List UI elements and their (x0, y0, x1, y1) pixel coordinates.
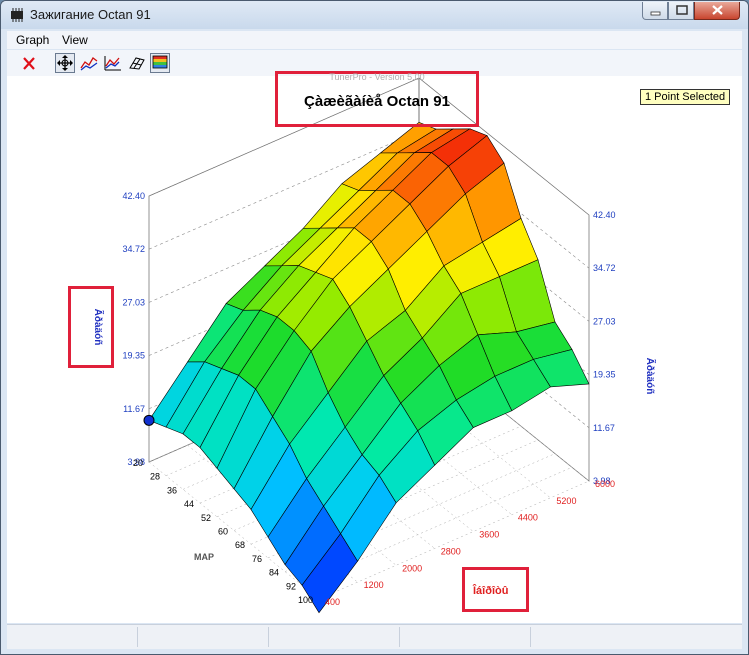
status-pane-2 (138, 627, 269, 647)
color-grid-icon (152, 55, 168, 69)
maximize-icon (676, 5, 688, 15)
rpm-label-highlight (462, 567, 529, 612)
z-tick-right: 11.67 (593, 423, 615, 433)
edit-point-button[interactable] (79, 53, 99, 73)
z-tick-left: 27.03 (122, 297, 145, 307)
close-graph-button[interactable] (19, 53, 39, 73)
map-tick: 84 (269, 568, 279, 578)
move-cross-icon (57, 55, 73, 71)
close-button[interactable] (694, 2, 740, 20)
selected-point-marker (143, 414, 155, 426)
map-tick: 100 (298, 595, 313, 605)
color-surface-button[interactable] (150, 53, 170, 73)
rpm-tick: 6000 (595, 479, 615, 489)
window-title: Зажигание Octan 91 (30, 7, 151, 22)
rpm-tick: 1200 (364, 580, 384, 590)
rpm-tick: 400 (325, 597, 340, 607)
map-tick: 20 (133, 458, 143, 468)
map-tick: 60 (218, 527, 228, 537)
status-bar (7, 624, 742, 649)
map-tick: 92 (286, 581, 296, 591)
status-pane-1 (7, 627, 138, 647)
map-tick: 44 (184, 499, 194, 509)
rpm-tick: 5200 (556, 496, 576, 506)
chart-title: Çàæèãàíèå Octan 91 (304, 93, 450, 110)
app-window: Зажигание Octan 91 Graph View 3.98 3.98 … (0, 0, 749, 655)
status-pane-4 (400, 627, 531, 647)
line-graph-icon (104, 56, 121, 71)
line-edit-button[interactable] (103, 53, 123, 73)
rpm-tick: 3600 (479, 530, 499, 540)
red-x-icon (23, 57, 35, 70)
rpm-tick: 4400 (518, 513, 538, 523)
z-tick-right: 42.40 (593, 210, 616, 220)
version-text: TunerPro - Version 5.00 (329, 72, 425, 82)
menu-bar: Graph View (7, 31, 742, 49)
curve-edit-icon (80, 57, 98, 71)
z-tick-right: 34.72 (593, 263, 616, 273)
menu-view[interactable]: View (62, 33, 88, 47)
map-tick: 36 (167, 485, 177, 495)
surface-chart[interactable]: 3.983.9811.6711.6719.3519.3527.0327.0334… (7, 76, 742, 623)
surface-icon (129, 57, 145, 70)
rotate-move-button[interactable] (55, 53, 75, 73)
map-tick: 28 (150, 472, 160, 482)
z-tick-left: 42.40 (122, 191, 145, 201)
z-tick-left: 11.67 (123, 404, 145, 414)
z-tick-left: 34.72 (122, 244, 145, 254)
minimize-icon (650, 11, 661, 16)
minimize-button[interactable] (642, 2, 668, 20)
close-icon (712, 5, 723, 15)
z-tick-right: 19.35 (593, 370, 616, 380)
z-tick-right: 27.03 (593, 316, 616, 326)
z-axis-label-right: Ãðàäóñ (644, 358, 657, 395)
graph-area[interactable]: 3.98 3.98 11.67 11.67 19.35 19.35 27.03 27.03 34… (7, 71, 742, 623)
map-tick: 68 (235, 540, 245, 550)
map-tick: 52 (201, 513, 211, 523)
maximize-button[interactable] (668, 2, 694, 20)
rpm-tick: 2800 (441, 546, 461, 556)
map-tick: 76 (252, 554, 262, 564)
z-label-highlight (68, 286, 114, 368)
title-bar[interactable]: Зажигание Octan 91 (1, 1, 748, 29)
menu-graph[interactable]: Graph (16, 33, 49, 47)
map-axis-label: MAP (194, 552, 214, 562)
status-pane-3 (269, 627, 400, 647)
chart-title-box: TunerPro - Version 5.00 Çàæèãàíèå Octan … (275, 71, 479, 127)
surface-button[interactable] (127, 53, 147, 73)
app-chip-icon (11, 8, 23, 22)
selection-status-badge: 1 Point Selected (640, 89, 731, 105)
z-tick-left: 19.35 (122, 351, 145, 361)
rpm-tick: 2000 (402, 563, 422, 573)
